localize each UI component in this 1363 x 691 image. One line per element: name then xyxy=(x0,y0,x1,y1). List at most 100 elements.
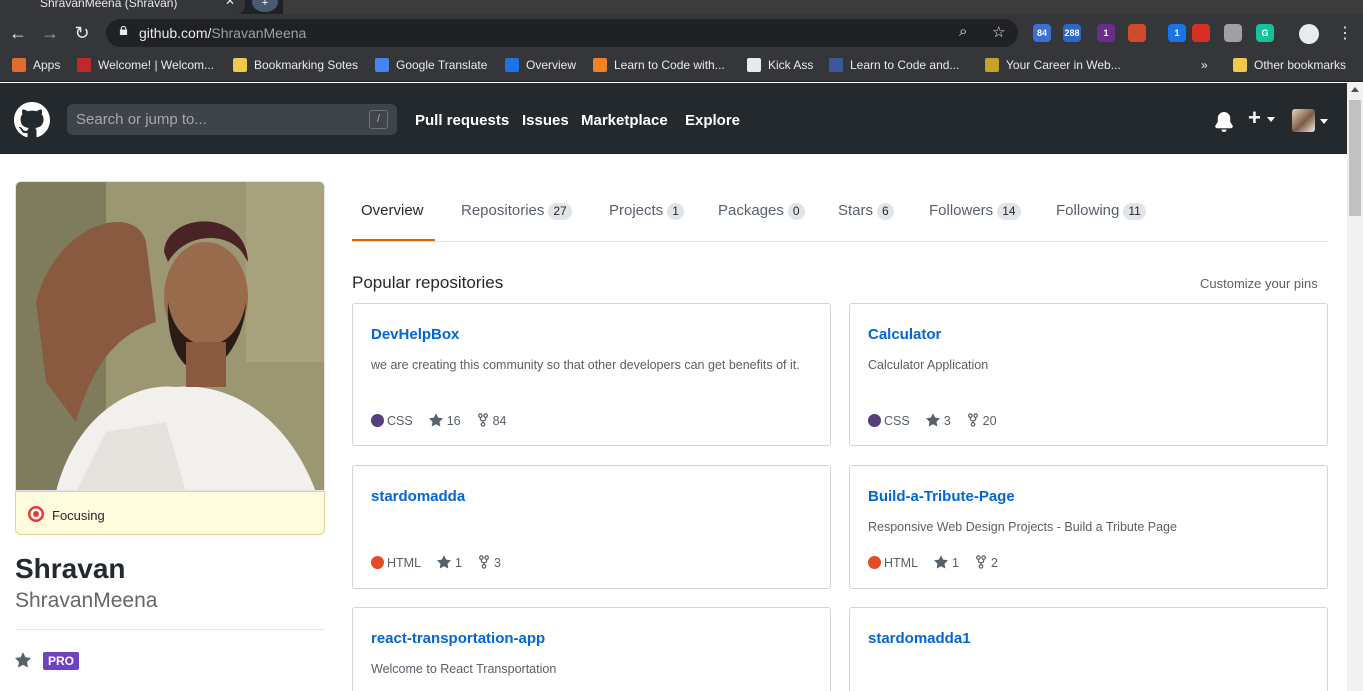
tab-packages[interactable]: Packages 0 xyxy=(718,202,805,220)
profile-avatar-icon[interactable] xyxy=(1299,24,1319,44)
ext-d-extension-icon[interactable] xyxy=(1128,24,1146,42)
ext-a-extension-icon[interactable]: 84 xyxy=(1033,24,1051,42)
repo-name-link[interactable]: react-transportation-app xyxy=(371,630,545,647)
repo-language: CSS xyxy=(371,414,413,428)
bookmark-label: Learn to Code with... xyxy=(614,58,725,72)
bookmark-label: Kick Ass xyxy=(768,58,814,72)
profile-fullname: Shravan xyxy=(15,553,126,584)
repo-forks-link[interactable]: 84 xyxy=(477,413,507,428)
tab-stars[interactable]: Stars 6 xyxy=(838,202,894,220)
ext-e-extension-icon[interactable]: 1 xyxy=(1168,24,1186,42)
repo-stars-link[interactable]: 16 xyxy=(428,413,461,428)
bookmarks-overflow-button[interactable]: » xyxy=(1201,58,1208,72)
address-bar[interactable]: github.com/ShravanMeena ⌕ ☆ xyxy=(106,19,1018,47)
bookmark-favicon-icon xyxy=(1233,58,1247,72)
tab-following[interactable]: Following 11 xyxy=(1056,202,1146,220)
repo-name-link[interactable]: Calculator xyxy=(868,326,941,343)
tab-count: 11 xyxy=(1123,203,1146,220)
tab-repositories[interactable]: Repositories 27 xyxy=(461,202,572,220)
language-color-dot xyxy=(371,556,384,569)
ext-f-extension-icon[interactable] xyxy=(1192,24,1210,42)
repo-meta: CSS 16 84 xyxy=(371,413,523,428)
tabstrip-background xyxy=(283,0,1363,14)
zoom-icon[interactable]: ⌕ xyxy=(959,23,967,40)
star-icon xyxy=(428,413,447,428)
notifications-bell-icon[interactable] xyxy=(1214,112,1234,132)
header-user-avatar[interactable] xyxy=(1292,109,1315,132)
create-new-menu[interactable]: + xyxy=(1248,105,1275,131)
ext-b-extension-icon[interactable]: 288 xyxy=(1063,24,1081,42)
avatar-chevron-down-icon[interactable] xyxy=(1320,119,1328,124)
github-logo-icon[interactable] xyxy=(14,102,50,138)
tab-count: 6 xyxy=(877,203,894,220)
bookmark-favicon-icon xyxy=(747,58,761,72)
scroll-up-arrow-icon[interactable] xyxy=(1351,87,1359,92)
tab-overview[interactable]: Overview xyxy=(361,202,424,219)
nav-marketplace[interactable]: Marketplace xyxy=(581,112,668,129)
page-scrollbar[interactable] xyxy=(1347,83,1363,691)
repo-name-link[interactable]: Build-a-Tribute-Page xyxy=(868,488,1015,505)
forward-arrow-icon[interactable]: → xyxy=(39,22,61,44)
customize-pins-link[interactable]: Customize your pins xyxy=(1200,276,1318,291)
bookmark-label: Apps xyxy=(33,58,61,72)
repo-language: HTML xyxy=(868,556,918,570)
browser-menu-icon[interactable]: ⋮ xyxy=(1337,23,1353,43)
profile-avatar[interactable] xyxy=(15,181,325,491)
tab-projects[interactable]: Projects 1 xyxy=(609,202,684,220)
reload-icon[interactable]: ↻ xyxy=(71,22,93,44)
repo-stars-link[interactable]: 1 xyxy=(934,555,959,570)
nav-explore[interactable]: Explore xyxy=(685,112,740,129)
bookmark-item[interactable]: Kick Ass xyxy=(747,58,813,72)
repo-stars-link[interactable]: 3 xyxy=(925,413,951,428)
browser-tab[interactable]: ShravanMeena (Shravan) ✕ xyxy=(0,0,245,14)
close-tab-icon[interactable]: ✕ xyxy=(225,0,235,8)
ext-c-extension-icon[interactable]: 1 xyxy=(1097,24,1115,42)
bookmark-item[interactable]: Other bookmarks xyxy=(1233,58,1346,72)
language-name: CSS xyxy=(884,414,910,428)
repo-forks-link[interactable]: 2 xyxy=(975,555,998,570)
repo-card: Build-a-Tribute-Page Responsive Web Desig… xyxy=(849,465,1328,589)
tab-followers[interactable]: Followers 14 xyxy=(929,202,1021,220)
ext-g-extension-icon[interactable] xyxy=(1224,24,1242,42)
repo-card: stardomadda HTML 1 3 xyxy=(352,465,831,589)
repo-meta: HTML 1 3 xyxy=(371,555,517,570)
forks-count: 20 xyxy=(982,414,997,428)
url-path: ShravanMeena xyxy=(211,25,307,41)
language-color-dot xyxy=(371,414,384,427)
user-status[interactable]: Focusing xyxy=(15,491,325,535)
scrollbar-thumb[interactable] xyxy=(1349,100,1361,216)
bookmark-item[interactable]: Your Career in Web... xyxy=(985,58,1121,72)
back-arrow-icon[interactable]: ← xyxy=(7,22,29,44)
bookmark-item[interactable]: Bookmarking Sotes xyxy=(233,58,358,72)
bookmark-favicon-icon xyxy=(233,58,247,72)
forks-count: 2 xyxy=(990,556,998,570)
bookmark-star-icon[interactable]: ☆ xyxy=(992,23,1005,41)
lock-icon xyxy=(119,26,128,35)
browser-tab-title: ShravanMeena (Shravan) xyxy=(40,0,178,10)
nav-issues[interactable]: Issues xyxy=(522,112,569,129)
repo-name-link[interactable]: stardomadda xyxy=(371,488,465,505)
tab-label: Overview xyxy=(361,202,424,219)
star-icon xyxy=(437,555,455,570)
ext-h-extension-icon[interactable]: G xyxy=(1256,24,1274,42)
search-input[interactable]: Search or jump to... / xyxy=(67,104,397,135)
repo-name-link[interactable]: stardomadda1 xyxy=(868,630,971,647)
nav-pull-requests[interactable]: Pull requests xyxy=(415,112,509,129)
bookmark-item[interactable]: Welcome! | Welcom... xyxy=(77,58,214,72)
tab-count: 27 xyxy=(548,203,572,220)
repo-description: Welcome to React Transportation xyxy=(371,662,557,676)
new-tab-button[interactable]: + xyxy=(252,0,278,12)
repo-meta: HTML 1 2 xyxy=(868,555,1014,570)
bookmark-label: Your Career in Web... xyxy=(1006,58,1121,72)
bookmark-item[interactable]: Learn to Code and... xyxy=(829,58,959,72)
repo-forks-link[interactable]: 3 xyxy=(478,555,501,570)
fork-icon xyxy=(478,555,494,570)
repo-stars-link[interactable]: 1 xyxy=(437,555,462,570)
repo-forks-link[interactable]: 20 xyxy=(967,413,997,428)
bookmark-item[interactable]: Overview xyxy=(505,58,576,72)
bookmark-item[interactable]: Learn to Code with... xyxy=(593,58,725,72)
repo-name-link[interactable]: DevHelpBox xyxy=(371,326,459,343)
bookmark-item[interactable]: Google Translate xyxy=(375,58,487,72)
bookmark-item[interactable]: Apps xyxy=(12,58,60,72)
stars-count: 1 xyxy=(952,556,959,570)
